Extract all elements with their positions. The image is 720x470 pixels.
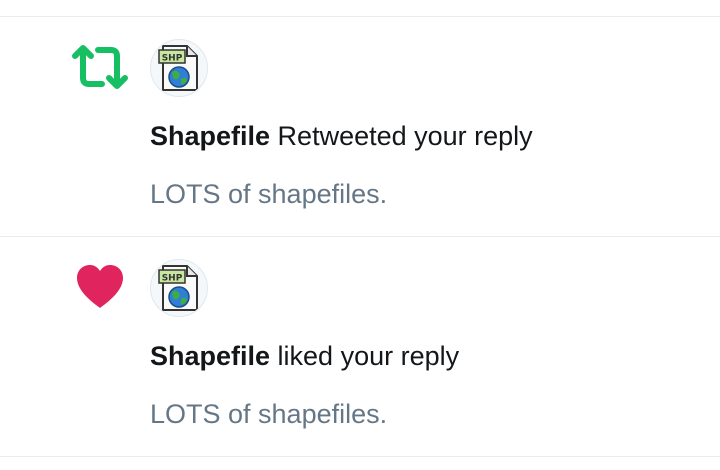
- notification-retweet[interactable]: SHP Shapefile Retweeted your reply LOTS …: [0, 17, 720, 236]
- svg-text:SHP: SHP: [162, 274, 183, 284]
- tweet-text: LOTS of shapefiles.: [150, 399, 388, 429]
- tweet-text: LOTS of shapefiles.: [150, 179, 388, 209]
- shp-file-icon: SHP: [158, 265, 198, 311]
- retweet-icon: [68, 39, 132, 95]
- user-name[interactable]: Shapefile: [150, 121, 270, 151]
- notification-like[interactable]: SHP Shapefile liked your reply LOTS of s…: [0, 237, 720, 456]
- action-text: liked your reply: [270, 341, 460, 371]
- action-text: Retweeted your reply: [270, 121, 533, 151]
- svg-text:SHP: SHP: [162, 54, 183, 64]
- shp-file-icon: SHP: [158, 45, 198, 91]
- avatar[interactable]: SHP: [150, 259, 208, 317]
- notifications-feed: SHP Shapefile Retweeted your reply LOTS …: [0, 0, 720, 470]
- avatar[interactable]: SHP: [150, 39, 208, 97]
- notification-headline: Shapefile liked your reply: [150, 341, 459, 372]
- user-name[interactable]: Shapefile: [150, 341, 270, 371]
- divider: [0, 456, 720, 457]
- notification-headline: Shapefile Retweeted your reply: [150, 121, 533, 152]
- heart-icon: [68, 259, 132, 315]
